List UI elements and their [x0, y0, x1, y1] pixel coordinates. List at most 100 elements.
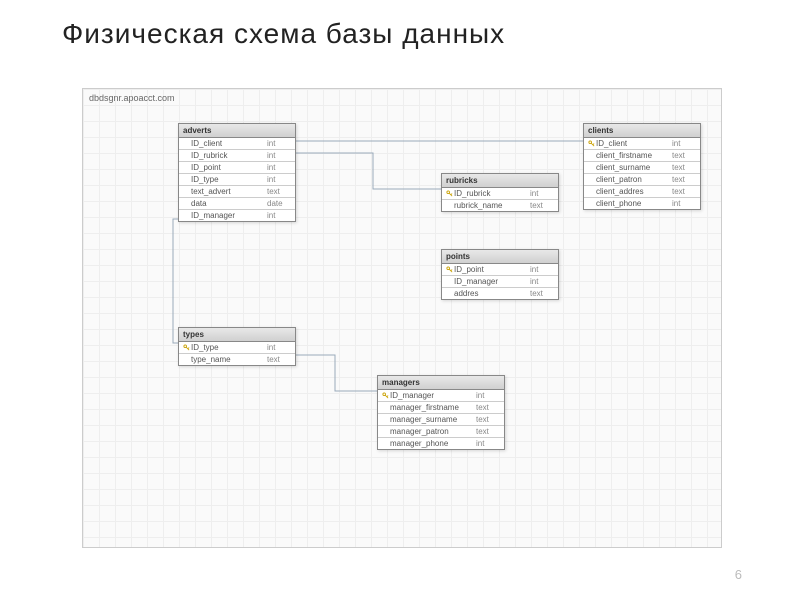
- table-header[interactable]: adverts: [179, 124, 295, 138]
- table-row[interactable]: ID_rubrickint: [442, 188, 558, 200]
- column-name: ID_client: [191, 139, 267, 148]
- table-row[interactable]: ID_managerint: [179, 210, 295, 221]
- relation-line: [296, 355, 377, 391]
- column-name: ID_manager: [454, 277, 530, 286]
- column-type: text: [672, 175, 698, 184]
- column-name: manager_patron: [390, 427, 476, 436]
- table-row[interactable]: client_patrontext: [584, 174, 700, 186]
- column-type: int: [530, 189, 556, 198]
- column-type: int: [267, 151, 293, 160]
- table-managers[interactable]: managersID_managerintmanager_firstnamete…: [377, 375, 505, 450]
- table-row[interactable]: ID_typeint: [179, 342, 295, 354]
- schema-canvas: dbdsgnr.apoacct.com advertsID_clientintI…: [82, 88, 722, 548]
- table-row[interactable]: client_phoneint: [584, 198, 700, 209]
- table-header[interactable]: clients: [584, 124, 700, 138]
- column-name: manager_surname: [390, 415, 476, 424]
- page-number: 6: [735, 567, 742, 582]
- primary-key-icon: [446, 266, 453, 273]
- column-name: ID_rubrick: [454, 189, 530, 198]
- column-type: int: [530, 265, 556, 274]
- column-type: text: [672, 151, 698, 160]
- table-row[interactable]: type_nametext: [179, 354, 295, 365]
- column-type: int: [476, 439, 502, 448]
- column-name: ID_client: [596, 139, 672, 148]
- column-type: text: [267, 355, 293, 364]
- table-row[interactable]: ID_clientint: [179, 138, 295, 150]
- column-name: ID_type: [191, 175, 267, 184]
- column-type: int: [267, 139, 293, 148]
- relation-line: [296, 153, 441, 189]
- column-name: manager_phone: [390, 439, 476, 448]
- column-type: text: [476, 415, 502, 424]
- table-adverts[interactable]: advertsID_clientintID_rubrickintID_point…: [178, 123, 296, 222]
- column-type: text: [476, 427, 502, 436]
- table-row[interactable]: ID_typeint: [179, 174, 295, 186]
- table-row[interactable]: ID_managerint: [378, 390, 504, 402]
- column-name: client_phone: [596, 199, 672, 208]
- table-types[interactable]: typesID_typeinttype_nametext: [178, 327, 296, 366]
- column-type: int: [672, 139, 698, 148]
- page-title: Физическая схема базы данных: [0, 0, 800, 50]
- column-name: client_firstname: [596, 151, 672, 160]
- column-name: ID_manager: [191, 211, 267, 220]
- table-header[interactable]: types: [179, 328, 295, 342]
- table-row[interactable]: manager_patrontext: [378, 426, 504, 438]
- column-name: ID_manager: [390, 391, 476, 400]
- column-name: manager_firstname: [390, 403, 476, 412]
- key-cell: [444, 190, 454, 197]
- column-type: int: [267, 343, 293, 352]
- column-type: text: [530, 289, 556, 298]
- table-row[interactable]: ID_pointint: [179, 162, 295, 174]
- column-type: int: [267, 175, 293, 184]
- column-name: text_advert: [191, 187, 267, 196]
- table-row[interactable]: rubrick_nametext: [442, 200, 558, 211]
- table-row[interactable]: client_firstnametext: [584, 150, 700, 162]
- column-type: text: [476, 403, 502, 412]
- relation-line: [173, 219, 183, 343]
- column-name: rubrick_name: [454, 201, 530, 210]
- primary-key-icon: [183, 344, 190, 351]
- table-row[interactable]: client_surnametext: [584, 162, 700, 174]
- column-type: int: [530, 277, 556, 286]
- table-header[interactable]: points: [442, 250, 558, 264]
- column-type: int: [672, 199, 698, 208]
- table-row[interactable]: ID_rubrickint: [179, 150, 295, 162]
- table-header[interactable]: managers: [378, 376, 504, 390]
- table-points[interactable]: pointsID_pointintID_managerintaddrestext: [441, 249, 559, 300]
- column-type: text: [530, 201, 556, 210]
- primary-key-icon: [446, 190, 453, 197]
- column-name: client_surname: [596, 163, 672, 172]
- column-name: client_patron: [596, 175, 672, 184]
- table-row[interactable]: ID_clientint: [584, 138, 700, 150]
- table-row[interactable]: ID_managerint: [442, 276, 558, 288]
- column-name: type_name: [191, 355, 267, 364]
- table-row[interactable]: manager_phoneint: [378, 438, 504, 449]
- column-type: int: [267, 163, 293, 172]
- table-rubricks[interactable]: rubricksID_rubrickintrubrick_nametext: [441, 173, 559, 212]
- table-row[interactable]: manager_firstnametext: [378, 402, 504, 414]
- primary-key-icon: [588, 140, 595, 147]
- table-row[interactable]: manager_surnametext: [378, 414, 504, 426]
- column-type: int: [476, 391, 502, 400]
- column-name: addres: [454, 289, 530, 298]
- column-name: ID_rubrick: [191, 151, 267, 160]
- table-row[interactable]: client_addrestext: [584, 186, 700, 198]
- column-name: ID_point: [191, 163, 267, 172]
- table-row[interactable]: datadate: [179, 198, 295, 210]
- key-cell: [181, 344, 191, 351]
- column-type: text: [672, 187, 698, 196]
- key-cell: [586, 140, 596, 147]
- table-row[interactable]: ID_pointint: [442, 264, 558, 276]
- column-name: ID_type: [191, 343, 267, 352]
- table-header[interactable]: rubricks: [442, 174, 558, 188]
- table-row[interactable]: text_adverttext: [179, 186, 295, 198]
- column-type: text: [267, 187, 293, 196]
- table-clients[interactable]: clientsID_clientintclient_firstnametextc…: [583, 123, 701, 210]
- column-name: ID_point: [454, 265, 530, 274]
- table-row[interactable]: addrestext: [442, 288, 558, 299]
- primary-key-icon: [382, 392, 389, 399]
- site-label: dbdsgnr.apoacct.com: [89, 93, 175, 103]
- column-type: text: [672, 163, 698, 172]
- key-cell: [380, 392, 390, 399]
- column-type: int: [267, 211, 293, 220]
